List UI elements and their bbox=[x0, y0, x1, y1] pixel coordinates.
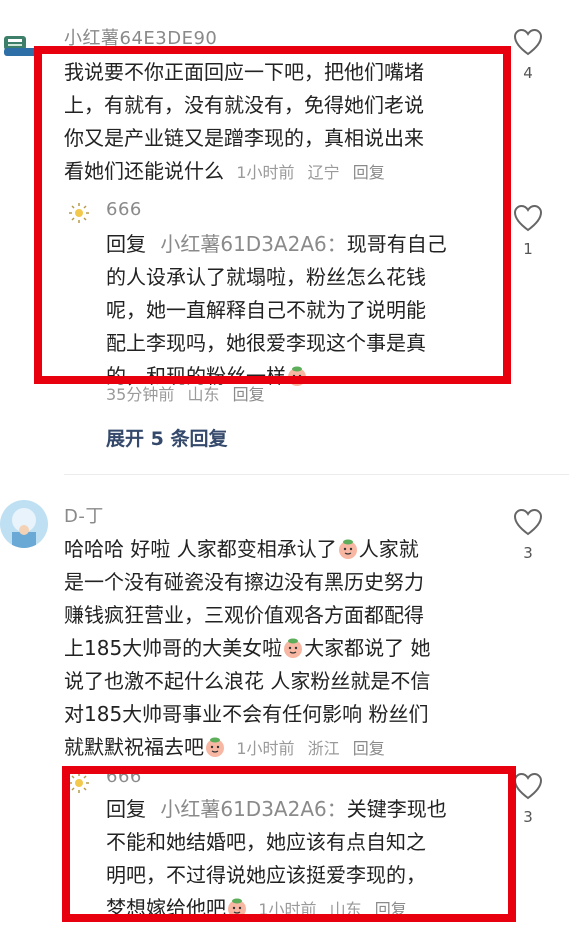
heart-outline-icon bbox=[513, 508, 543, 536]
reply-meta: 35分钟前 山东 回复 bbox=[106, 381, 265, 405]
heart-outline-icon bbox=[513, 772, 543, 800]
comment-line: 对185大帅哥事业不会有任何影响 粉丝们 bbox=[64, 702, 429, 726]
comment-line: 是一个没有碰瓷没有擦边没有黑历史努力 bbox=[64, 570, 424, 594]
meta-location: 浙江 bbox=[307, 739, 340, 758]
peach-emoji-icon bbox=[204, 735, 226, 757]
meta-location: 山东 bbox=[187, 385, 220, 404]
reply-button[interactable]: 回复 bbox=[233, 385, 265, 404]
comment-line-first: 哈哈哈 好啦 人家都变相承认了 人家就 bbox=[64, 533, 509, 566]
highlight-box bbox=[62, 766, 516, 922]
avatar[interactable] bbox=[0, 500, 48, 548]
heart-outline-icon bbox=[513, 28, 543, 56]
comment-line: 上185大帅哥的大美女啦 大家都说了 她 bbox=[64, 632, 509, 665]
highlight-box bbox=[34, 46, 511, 384]
reply-button[interactable]: 回复 bbox=[353, 739, 385, 758]
comment-username[interactable]: D-丁 bbox=[64, 502, 104, 528]
divider bbox=[64, 474, 569, 475]
peach-emoji-icon bbox=[337, 537, 359, 559]
like-count: 3 bbox=[523, 544, 533, 562]
comment-text: 哈哈哈 好啦 人家都变相承认了 人家就 是一个没有碰瓷没有擦边没有黑历史努力 赚钱… bbox=[64, 533, 509, 765]
like-count: 4 bbox=[523, 64, 533, 82]
peach-emoji-icon bbox=[282, 636, 304, 658]
meta-time: 1小时前 bbox=[236, 739, 295, 758]
comment-line-last: 就默默祝福去吧 1小时前 浙江 回复 bbox=[64, 731, 509, 765]
comment-line-text: 人家就 bbox=[358, 537, 419, 561]
comment-line-text: 大家都说了 她 bbox=[304, 636, 431, 660]
comment-line-text: 就默默祝福去吧 bbox=[64, 735, 204, 759]
comment-line-text: 哈哈哈 好啦 人家都变相承认了 bbox=[64, 537, 337, 561]
like-button[interactable] bbox=[513, 772, 543, 800]
comment-line: 赚钱疯狂营业，三观价值观各方面都配得 bbox=[64, 603, 424, 627]
profile-avatar-icon bbox=[0, 500, 48, 548]
like-button[interactable] bbox=[513, 508, 543, 536]
comment-meta: 1小时前 浙江 回复 bbox=[236, 739, 384, 758]
expand-replies-button[interactable]: 展开 5 条回复 bbox=[106, 424, 227, 451]
heart-outline-icon bbox=[513, 204, 543, 232]
comment-line: 说了也激不起什么浪花 人家粉丝就是不信 bbox=[64, 669, 431, 693]
like-button[interactable] bbox=[513, 28, 543, 56]
like-button[interactable] bbox=[513, 204, 543, 232]
like-count: 1 bbox=[523, 240, 533, 258]
comment-line-text: 上185大帅哥的大美女啦 bbox=[64, 636, 283, 660]
like-count: 3 bbox=[523, 808, 533, 826]
meta-time: 35分钟前 bbox=[106, 385, 175, 404]
